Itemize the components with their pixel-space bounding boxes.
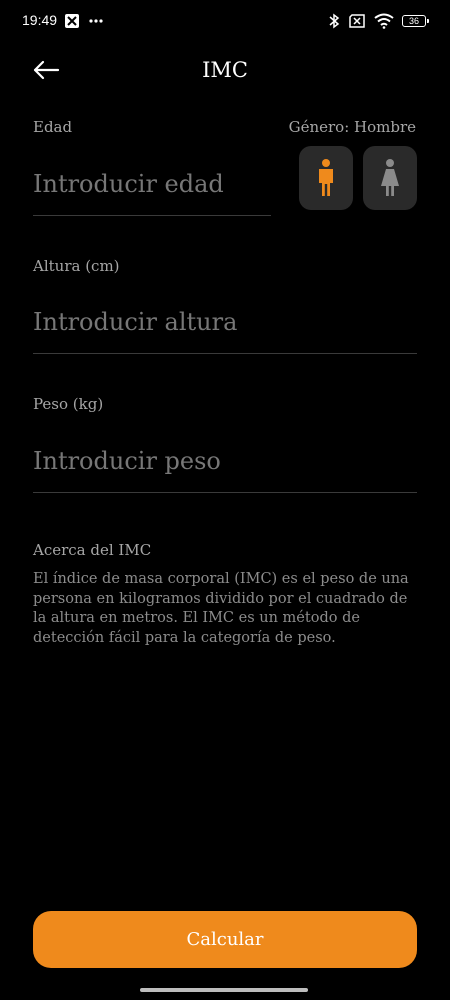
about-text: El índice de masa corporal (IMC) es el p… bbox=[33, 571, 409, 646]
more-notifications-icon bbox=[89, 19, 103, 23]
height-underline bbox=[33, 353, 417, 354]
weight-underline bbox=[33, 492, 417, 493]
calculate-button[interactable]: Calcular bbox=[33, 911, 417, 968]
height-label: Altura (cm) bbox=[33, 257, 120, 275]
app-header: IMC bbox=[0, 48, 450, 96]
status-time: 19:49 bbox=[22, 12, 58, 28]
female-figure-icon bbox=[381, 159, 399, 196]
about-title: Acerca del IMC bbox=[33, 541, 152, 559]
age-label: Edad bbox=[33, 118, 73, 136]
bluetooth-icon bbox=[329, 13, 340, 29]
wifi-icon bbox=[374, 13, 394, 29]
gesture-bar[interactable] bbox=[140, 988, 308, 992]
no-sim-icon bbox=[349, 14, 365, 28]
gender-male-button[interactable] bbox=[299, 146, 353, 210]
gender-label: Género: Hombre bbox=[288, 118, 416, 136]
battery-icon: 36 bbox=[402, 15, 429, 27]
status-bar: 19:49 36 bbox=[0, 0, 450, 44]
weight-label: Peso (kg) bbox=[33, 395, 104, 413]
age-input[interactable] bbox=[33, 166, 271, 202]
page-title: IMC bbox=[202, 58, 248, 82]
status-right-icons: 36 bbox=[328, 12, 429, 30]
status-left-icons bbox=[64, 12, 104, 30]
weight-input[interactable] bbox=[33, 443, 417, 479]
male-figure-icon bbox=[319, 159, 333, 196]
app-notification-icon bbox=[65, 14, 79, 28]
height-input[interactable] bbox=[33, 304, 417, 340]
battery-level: 36 bbox=[408, 15, 419, 26]
age-underline bbox=[33, 215, 271, 216]
gender-female-button[interactable] bbox=[363, 146, 417, 210]
